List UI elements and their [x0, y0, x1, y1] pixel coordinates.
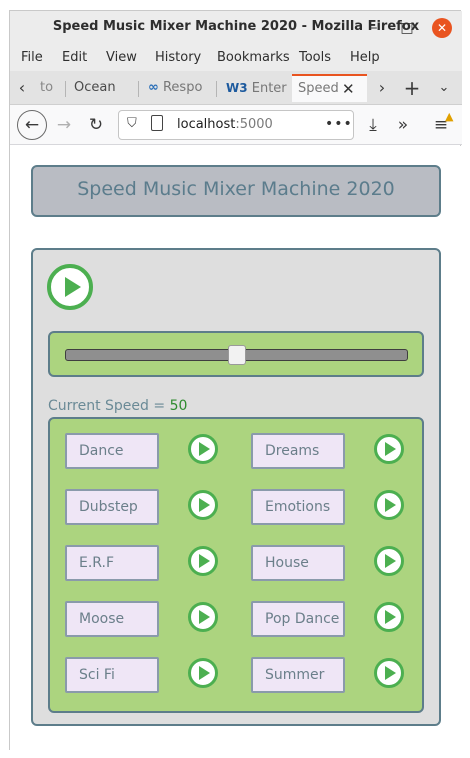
- song-button-dance[interactable]: Dance: [65, 433, 159, 469]
- tab-list-chevron-down-icon[interactable]: ⌄: [432, 75, 456, 101]
- tab-label: Ocean: [74, 80, 116, 95]
- close-window-button[interactable]: ✕: [432, 18, 452, 38]
- page-actions-icon[interactable]: •••: [325, 116, 353, 132]
- song-button-house[interactable]: House: [251, 545, 345, 581]
- menu-bookmarks[interactable]: Bookmarks: [217, 50, 290, 65]
- url-bar[interactable]: ⛉ localhost:5000 •••: [118, 110, 354, 140]
- song-button-erf[interactable]: E.R.F: [65, 545, 159, 581]
- tab-enter[interactable]: W3 Enter: [220, 74, 290, 102]
- infinity-icon: ∞: [148, 80, 159, 95]
- new-tab-icon[interactable]: +: [400, 75, 424, 101]
- play-emotions-button[interactable]: [374, 490, 404, 520]
- song-button-dreams[interactable]: Dreams: [251, 433, 345, 469]
- tab-speed[interactable]: Speed ✕: [292, 74, 367, 102]
- tab-label: Speed: [298, 81, 339, 96]
- close-tab-icon[interactable]: ✕: [342, 76, 355, 102]
- tab-1[interactable]: to: [34, 74, 62, 102]
- url-host: localhost: [177, 117, 236, 132]
- current-speed-label: Current Speed = 50: [48, 398, 187, 414]
- play-pop-dance-button[interactable]: [374, 602, 404, 632]
- song-grid: Dance Dreams Dubstep Emotions E.R.F Hous…: [48, 417, 424, 713]
- menu-help[interactable]: Help: [350, 50, 380, 65]
- menu-edit[interactable]: Edit: [62, 50, 87, 65]
- song-button-summer[interactable]: Summer: [251, 657, 345, 693]
- reload-button[interactable]: ↻: [83, 113, 109, 139]
- play-erf-button[interactable]: [188, 546, 218, 576]
- play-summer-button[interactable]: [374, 658, 404, 688]
- tab-ocean[interactable]: Ocean: [68, 74, 136, 102]
- song-button-moose[interactable]: Moose: [65, 601, 159, 637]
- scroll-tabs-right-icon[interactable]: ›: [370, 75, 394, 101]
- tab-label: Respo: [162, 80, 203, 95]
- maximize-button[interactable]: □: [397, 18, 417, 38]
- page-content: Speed Music Mixer Machine 2020 Current S…: [10, 146, 462, 750]
- scroll-tabs-left-icon[interactable]: ‹: [10, 75, 34, 101]
- song-button-sci-fi[interactable]: Sci Fi: [65, 657, 159, 693]
- speed-slider[interactable]: [65, 345, 408, 365]
- url-text: localhost:5000: [177, 117, 273, 132]
- song-button-pop-dance[interactable]: Pop Dance: [251, 601, 345, 637]
- tab-label: Enter: [251, 81, 287, 96]
- speed-label-text: Current Speed =: [48, 398, 170, 414]
- tab-label: to: [40, 80, 54, 95]
- w3-icon: W3: [226, 81, 248, 95]
- speed-slider-container: [48, 331, 424, 377]
- play-dance-button[interactable]: [188, 434, 218, 464]
- title-bar: Speed Music Mixer Machine 2020 - Mozilla…: [10, 11, 462, 45]
- play-sci-fi-button[interactable]: [188, 658, 218, 688]
- menu-bar: File Edit View History Bookmarks Tools H…: [10, 45, 462, 71]
- menu-file[interactable]: File: [21, 50, 43, 65]
- url-port: :5000: [235, 117, 273, 132]
- play-dubstep-button[interactable]: [188, 490, 218, 520]
- forward-button[interactable]: →: [51, 113, 77, 139]
- download-icon[interactable]: ⤓: [360, 113, 386, 139]
- overflow-chevron-icon[interactable]: »: [390, 113, 416, 139]
- tab-respo[interactable]: ∞ Respo: [142, 74, 214, 102]
- page-info-icon[interactable]: [151, 115, 163, 131]
- song-button-dubstep[interactable]: Dubstep: [65, 489, 159, 525]
- play-moose-button[interactable]: [188, 602, 218, 632]
- shield-icon[interactable]: ⛉: [127, 116, 137, 131]
- warning-icon: ▲: [445, 110, 454, 123]
- speed-value: 50: [169, 398, 188, 414]
- browser-window: Speed Music Mixer Machine 2020 - Mozilla…: [9, 10, 462, 750]
- master-play-button[interactable]: [47, 264, 93, 310]
- back-button[interactable]: ←: [17, 110, 47, 140]
- play-dreams-button[interactable]: [374, 434, 404, 464]
- menu-tools[interactable]: Tools: [299, 50, 331, 65]
- nav-bar: ← → ↻ ⛉ localhost:5000 ••• ⤓ » ≡ ▲: [10, 105, 462, 145]
- play-house-button[interactable]: [374, 546, 404, 576]
- window-title: Speed Music Mixer Machine 2020 - Mozilla…: [52, 19, 420, 34]
- menu-history[interactable]: History: [155, 50, 201, 65]
- menu-view[interactable]: View: [106, 50, 137, 65]
- page-title: Speed Music Mixer Machine 2020: [31, 165, 441, 217]
- mixer-panel: Current Speed = 50 Dance Dreams Dubstep …: [31, 248, 441, 726]
- speed-slider-thumb[interactable]: [227, 345, 246, 365]
- minimize-button[interactable]: –: [364, 18, 384, 38]
- tab-bar: ‹ to Ocean ∞ Respo W3 Enter Speed ✕ › + …: [10, 71, 462, 105]
- song-button-emotions[interactable]: Emotions: [251, 489, 345, 525]
